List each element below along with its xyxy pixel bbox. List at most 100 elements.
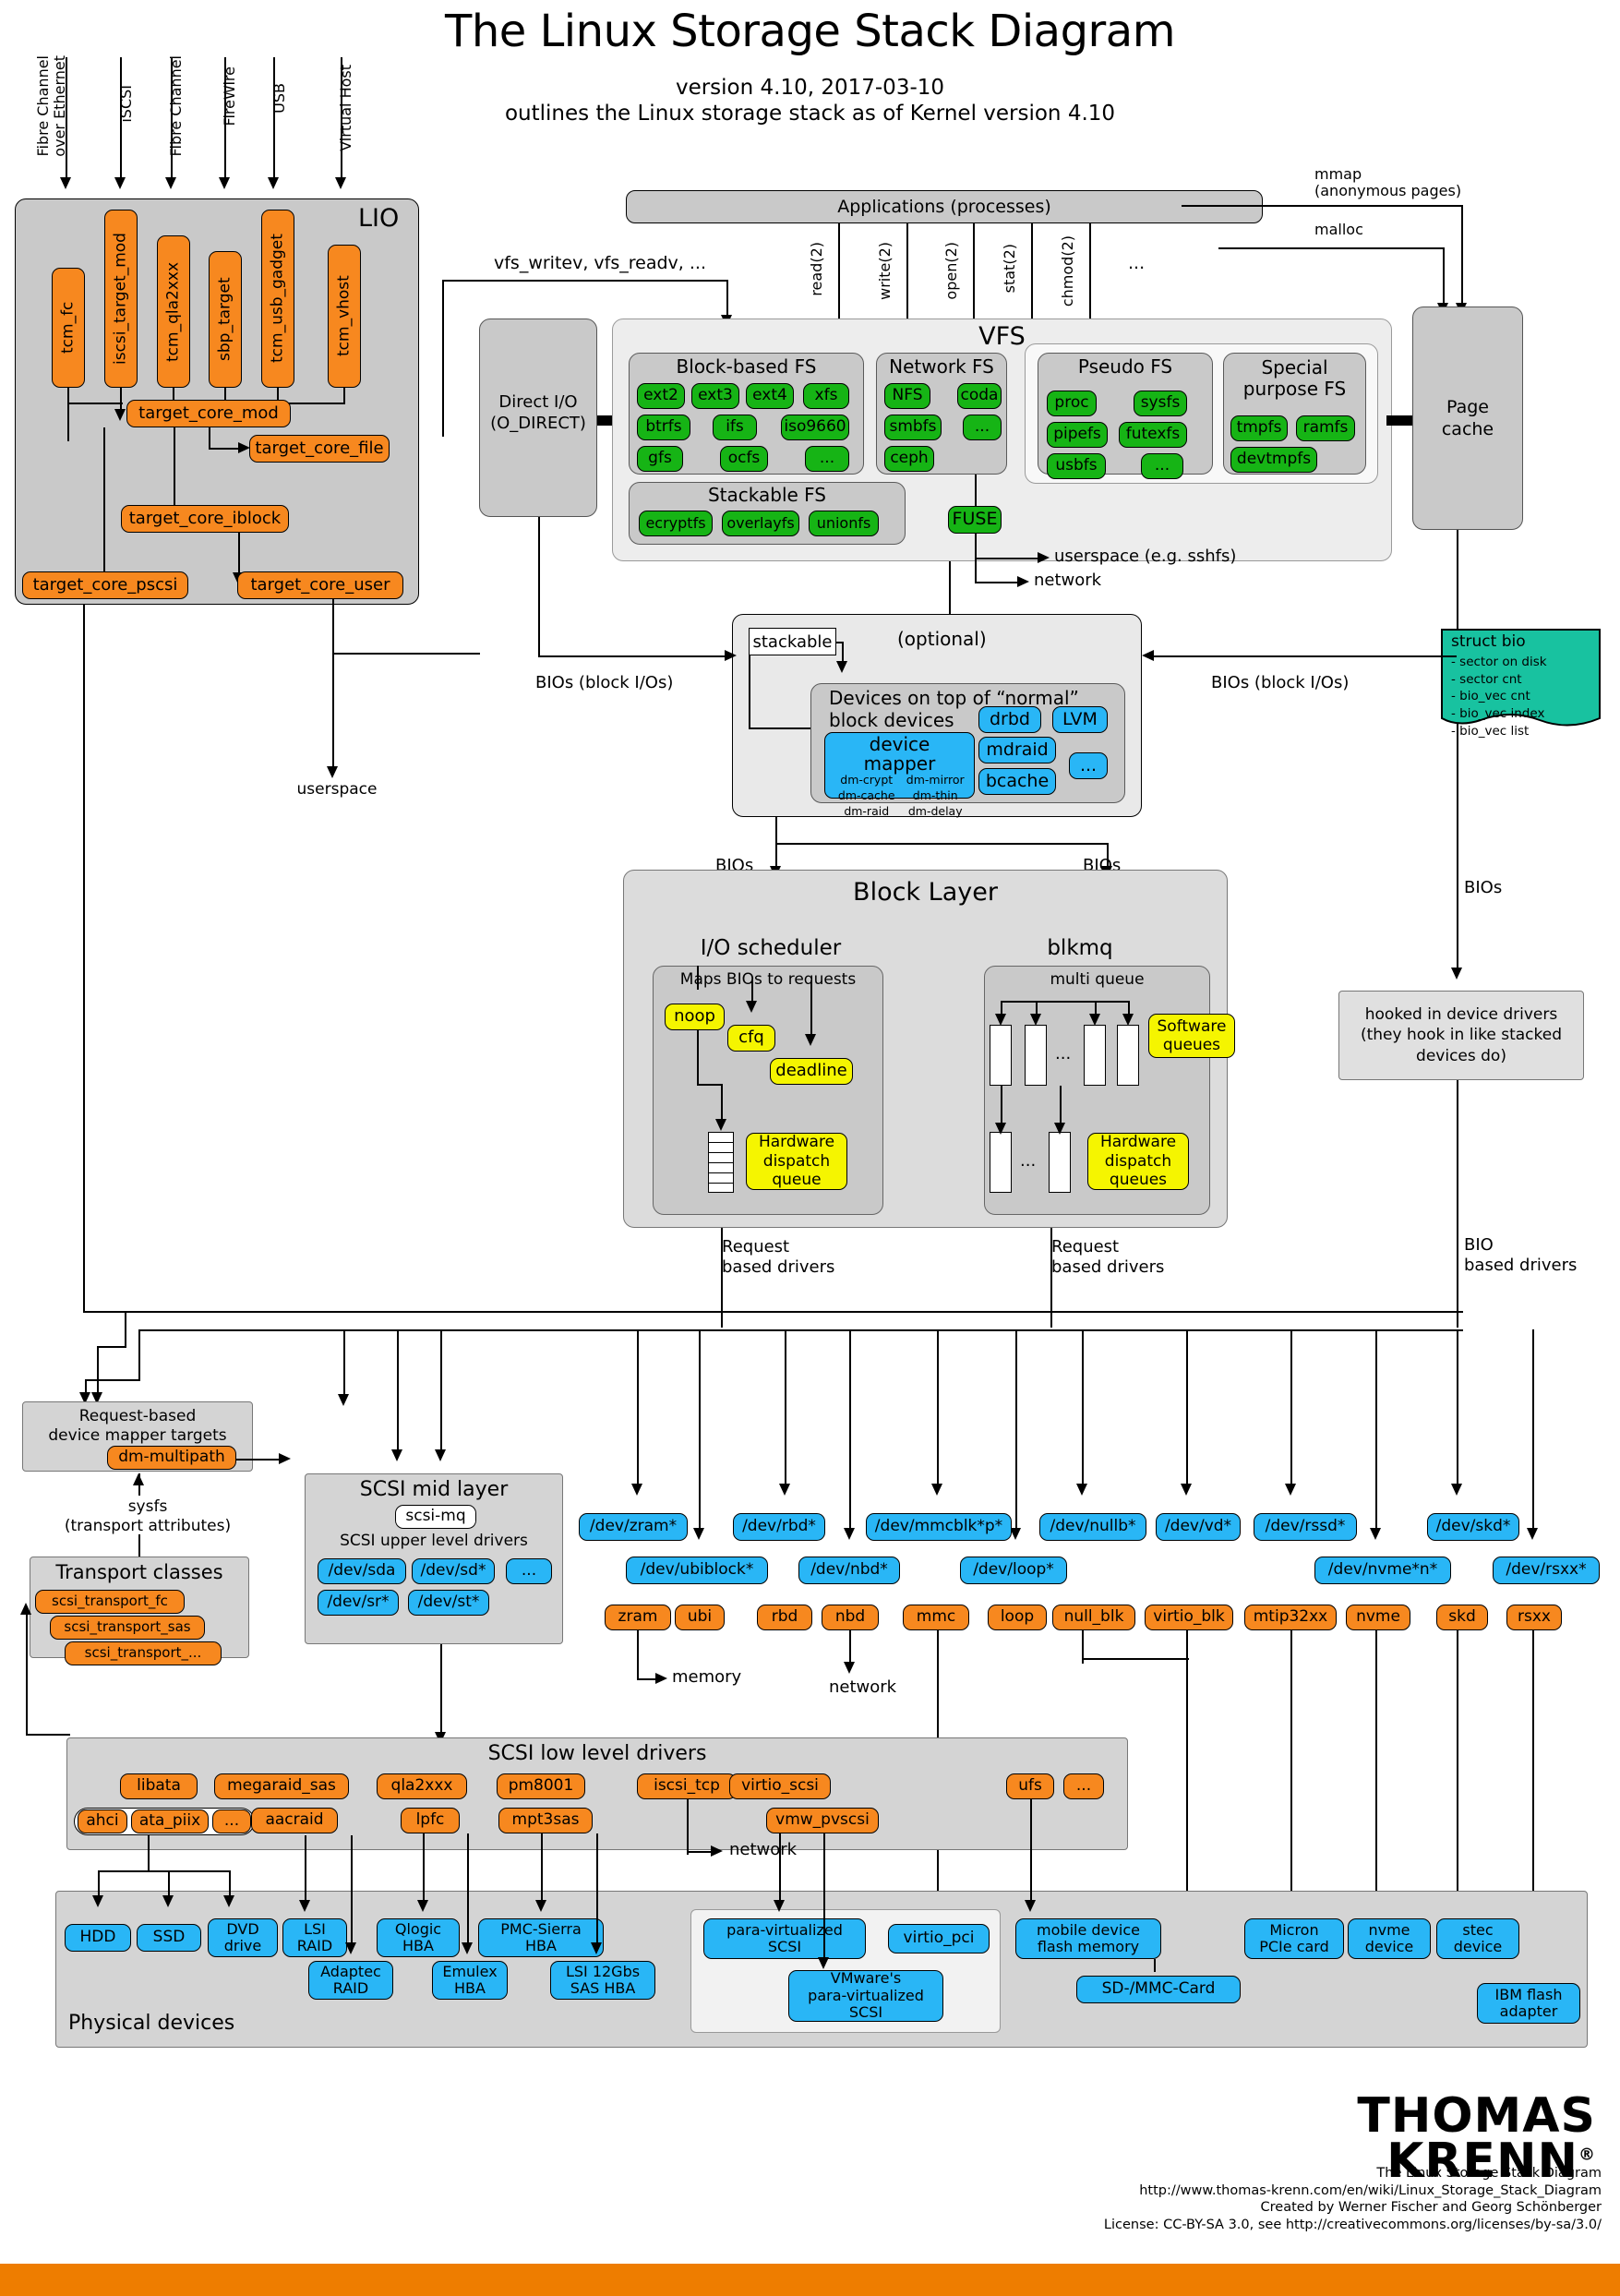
- scsi-driver-qla2xxx[interactable]: qla2xxx: [377, 1773, 467, 1799]
- physical-hdd[interactable]: HDD: [65, 1924, 131, 1952]
- fs-network-more[interactable]: ...: [963, 415, 1002, 440]
- physical-sd-mmc[interactable]: SD-/MMC-Card: [1076, 1976, 1241, 2003]
- physical-adaptec-raid[interactable]: Adaptec RAID: [308, 1961, 393, 2000]
- fs-ceph[interactable]: ceph: [884, 446, 934, 472]
- fs-ext4[interactable]: ext4: [746, 383, 794, 409]
- scsi-driver-pm8001[interactable]: pm8001: [497, 1773, 585, 1799]
- lio-module-tcm-vhost[interactable]: tcm_vhost: [328, 245, 361, 388]
- dev-mmcblk[interactable]: /dev/mmcblk*p*: [866, 1513, 1012, 1541]
- dev-rsxx[interactable]: /dev/rsxx*: [1493, 1557, 1600, 1584]
- stackable-more[interactable]: ...: [1069, 752, 1108, 779]
- physical-vmware-paravirt[interactable]: VMware's para-virtualized SCSI: [788, 1970, 943, 2022]
- fs-xfs[interactable]: xfs: [803, 383, 849, 409]
- scsi-driver-ahci[interactable]: ahci: [78, 1809, 127, 1833]
- lio-target-core-pscsi[interactable]: target_core_pscsi: [22, 571, 188, 599]
- physical-virtio-pci[interactable]: virtio_pci: [888, 1924, 990, 1953]
- fs-ext2[interactable]: ext2: [637, 383, 685, 409]
- physical-qlogic-hba[interactable]: Qlogic HBA: [377, 1918, 460, 1957]
- dev-scsi-more[interactable]: ...: [506, 1558, 552, 1584]
- fs-sysfs[interactable]: sysfs: [1134, 391, 1187, 416]
- scsi-driver-mpt3sas[interactable]: mpt3sas: [498, 1808, 593, 1833]
- lio-target-core-mod[interactable]: target_core_mod: [126, 400, 291, 427]
- scsi-mq[interactable]: scsi-mq: [395, 1505, 476, 1529]
- fs-coda[interactable]: coda: [957, 383, 1002, 409]
- driver-virtio-blk[interactable]: virtio_blk: [1145, 1605, 1233, 1630]
- driver-loop[interactable]: loop: [988, 1605, 1047, 1630]
- physical-micron-pcie[interactable]: Micron PCIe card: [1244, 1918, 1344, 1959]
- fs-pipefs[interactable]: pipefs: [1047, 422, 1108, 448]
- stackable-mdraid[interactable]: mdraid: [978, 737, 1056, 763]
- fs-usbfs[interactable]: usbfs: [1047, 453, 1106, 479]
- scheduler-noop[interactable]: noop: [665, 1004, 725, 1030]
- driver-mtip32xx[interactable]: mtip32xx: [1244, 1605, 1337, 1630]
- driver-rsxx[interactable]: rsxx: [1506, 1605, 1562, 1630]
- dev-rbd[interactable]: /dev/rbd*: [733, 1513, 825, 1541]
- lio-target-core-user[interactable]: target_core_user: [237, 571, 403, 599]
- physical-ssd[interactable]: SSD: [137, 1924, 201, 1952]
- fs-smbfs[interactable]: smbfs: [884, 415, 942, 440]
- physical-lsi-sas-hba[interactable]: LSI 12Gbs SAS HBA: [550, 1961, 655, 2000]
- fs-ext3[interactable]: ext3: [691, 383, 739, 409]
- lio-module-tcm-usb-gadget[interactable]: tcm_usb_gadget: [261, 210, 294, 388]
- lio-module-tcm-fc[interactable]: tcm_fc: [52, 268, 85, 388]
- fs-overlayfs[interactable]: overlayfs: [722, 511, 799, 536]
- driver-skd[interactable]: skd: [1436, 1605, 1488, 1630]
- scsi-driver-ata-piix[interactable]: ata_piix: [131, 1809, 209, 1833]
- fs-pseudo-more[interactable]: ...: [1141, 453, 1183, 479]
- scsi-driver-megaraid[interactable]: megaraid_sas: [214, 1773, 349, 1799]
- driver-null-blk[interactable]: null_blk: [1052, 1605, 1135, 1630]
- fs-fuse[interactable]: FUSE: [948, 506, 1002, 534]
- lio-target-core-file[interactable]: target_core_file: [249, 435, 390, 463]
- physical-stec-device[interactable]: stec device: [1436, 1918, 1519, 1959]
- dev-skd[interactable]: /dev/skd*: [1427, 1513, 1519, 1541]
- fs-devtmpfs[interactable]: devtmpfs: [1230, 447, 1317, 473]
- dev-vd[interactable]: /dev/vd*: [1156, 1513, 1241, 1541]
- scsi-driver-more[interactable]: ...: [1063, 1773, 1104, 1799]
- transport-class-sas[interactable]: scsi_transport_sas: [50, 1616, 205, 1640]
- dev-sr-star[interactable]: /dev/sr*: [318, 1590, 399, 1616]
- fs-futexfs[interactable]: futexfs: [1119, 422, 1187, 448]
- scsi-driver-ufs[interactable]: ufs: [1006, 1773, 1054, 1799]
- scsi-driver-virtio-scsi[interactable]: virtio_scsi: [729, 1773, 831, 1799]
- fs-btrfs[interactable]: btrfs: [637, 415, 690, 440]
- dev-st-star[interactable]: /dev/st*: [408, 1590, 489, 1616]
- stackable-lvm[interactable]: LVM: [1052, 706, 1108, 733]
- fs-ifs[interactable]: ifs: [713, 415, 757, 440]
- driver-ubi[interactable]: ubi: [675, 1605, 725, 1630]
- dev-sd-star[interactable]: /dev/sd*: [412, 1558, 495, 1584]
- fs-nfs[interactable]: NFS: [884, 383, 930, 409]
- driver-nbd[interactable]: nbd: [822, 1605, 879, 1630]
- lio-module-tcm-qla2xxx[interactable]: tcm_qla2xxx: [157, 235, 190, 388]
- scsi-driver-aacraid[interactable]: aacraid: [251, 1808, 338, 1833]
- fs-ecryptfs[interactable]: ecryptfs: [639, 511, 713, 536]
- software-queues-label[interactable]: Software queues: [1148, 1014, 1235, 1058]
- physical-emulex-hba[interactable]: Emulex HBA: [432, 1961, 508, 2000]
- transport-class-fc[interactable]: scsi_transport_fc: [35, 1590, 185, 1614]
- scsi-driver-vmw-pvscsi[interactable]: vmw_pvscsi: [766, 1808, 879, 1833]
- scheduler-cfq[interactable]: cfq: [727, 1025, 775, 1052]
- stackable-bcache[interactable]: bcache: [978, 768, 1056, 795]
- physical-paravirt-scsi[interactable]: para-virtualized SCSI: [703, 1918, 866, 1959]
- dev-zram[interactable]: /dev/zram*: [579, 1513, 688, 1541]
- scsi-driver-ata-more[interactable]: ...: [212, 1809, 251, 1833]
- dev-loop[interactable]: /dev/loop*: [960, 1557, 1067, 1584]
- lio-module-sbp-target[interactable]: sbp_target: [209, 251, 242, 388]
- physical-ibm-flash[interactable]: IBM flash adapter: [1477, 1983, 1580, 2024]
- fs-tmpfs[interactable]: tmpfs: [1230, 415, 1288, 441]
- physical-dvd[interactable]: DVD drive: [208, 1918, 278, 1957]
- fs-gfs[interactable]: gfs: [637, 446, 683, 472]
- hw-dispatch-queue[interactable]: Hardware dispatch queue: [746, 1133, 847, 1190]
- device-mapper-box[interactable]: device mapper dm-crypt dm-cache dm-raid …: [824, 732, 975, 818]
- driver-rbd[interactable]: rbd: [757, 1605, 812, 1630]
- physical-nvme-device[interactable]: nvme device: [1348, 1918, 1431, 1959]
- dev-nvme[interactable]: /dev/nvme*n*: [1314, 1557, 1451, 1584]
- driver-nvme[interactable]: nvme: [1346, 1605, 1410, 1630]
- stackable-drbd[interactable]: drbd: [978, 706, 1041, 733]
- fs-proc[interactable]: proc: [1047, 391, 1097, 416]
- dev-sda[interactable]: /dev/sda: [318, 1558, 406, 1584]
- driver-zram[interactable]: zram: [605, 1605, 671, 1630]
- fs-iso9660[interactable]: iso9660: [781, 415, 849, 440]
- fs-ocfs[interactable]: ocfs: [720, 446, 768, 472]
- dm-multipath[interactable]: dm-multipath: [107, 1446, 236, 1470]
- scheduler-deadline[interactable]: deadline: [770, 1058, 853, 1085]
